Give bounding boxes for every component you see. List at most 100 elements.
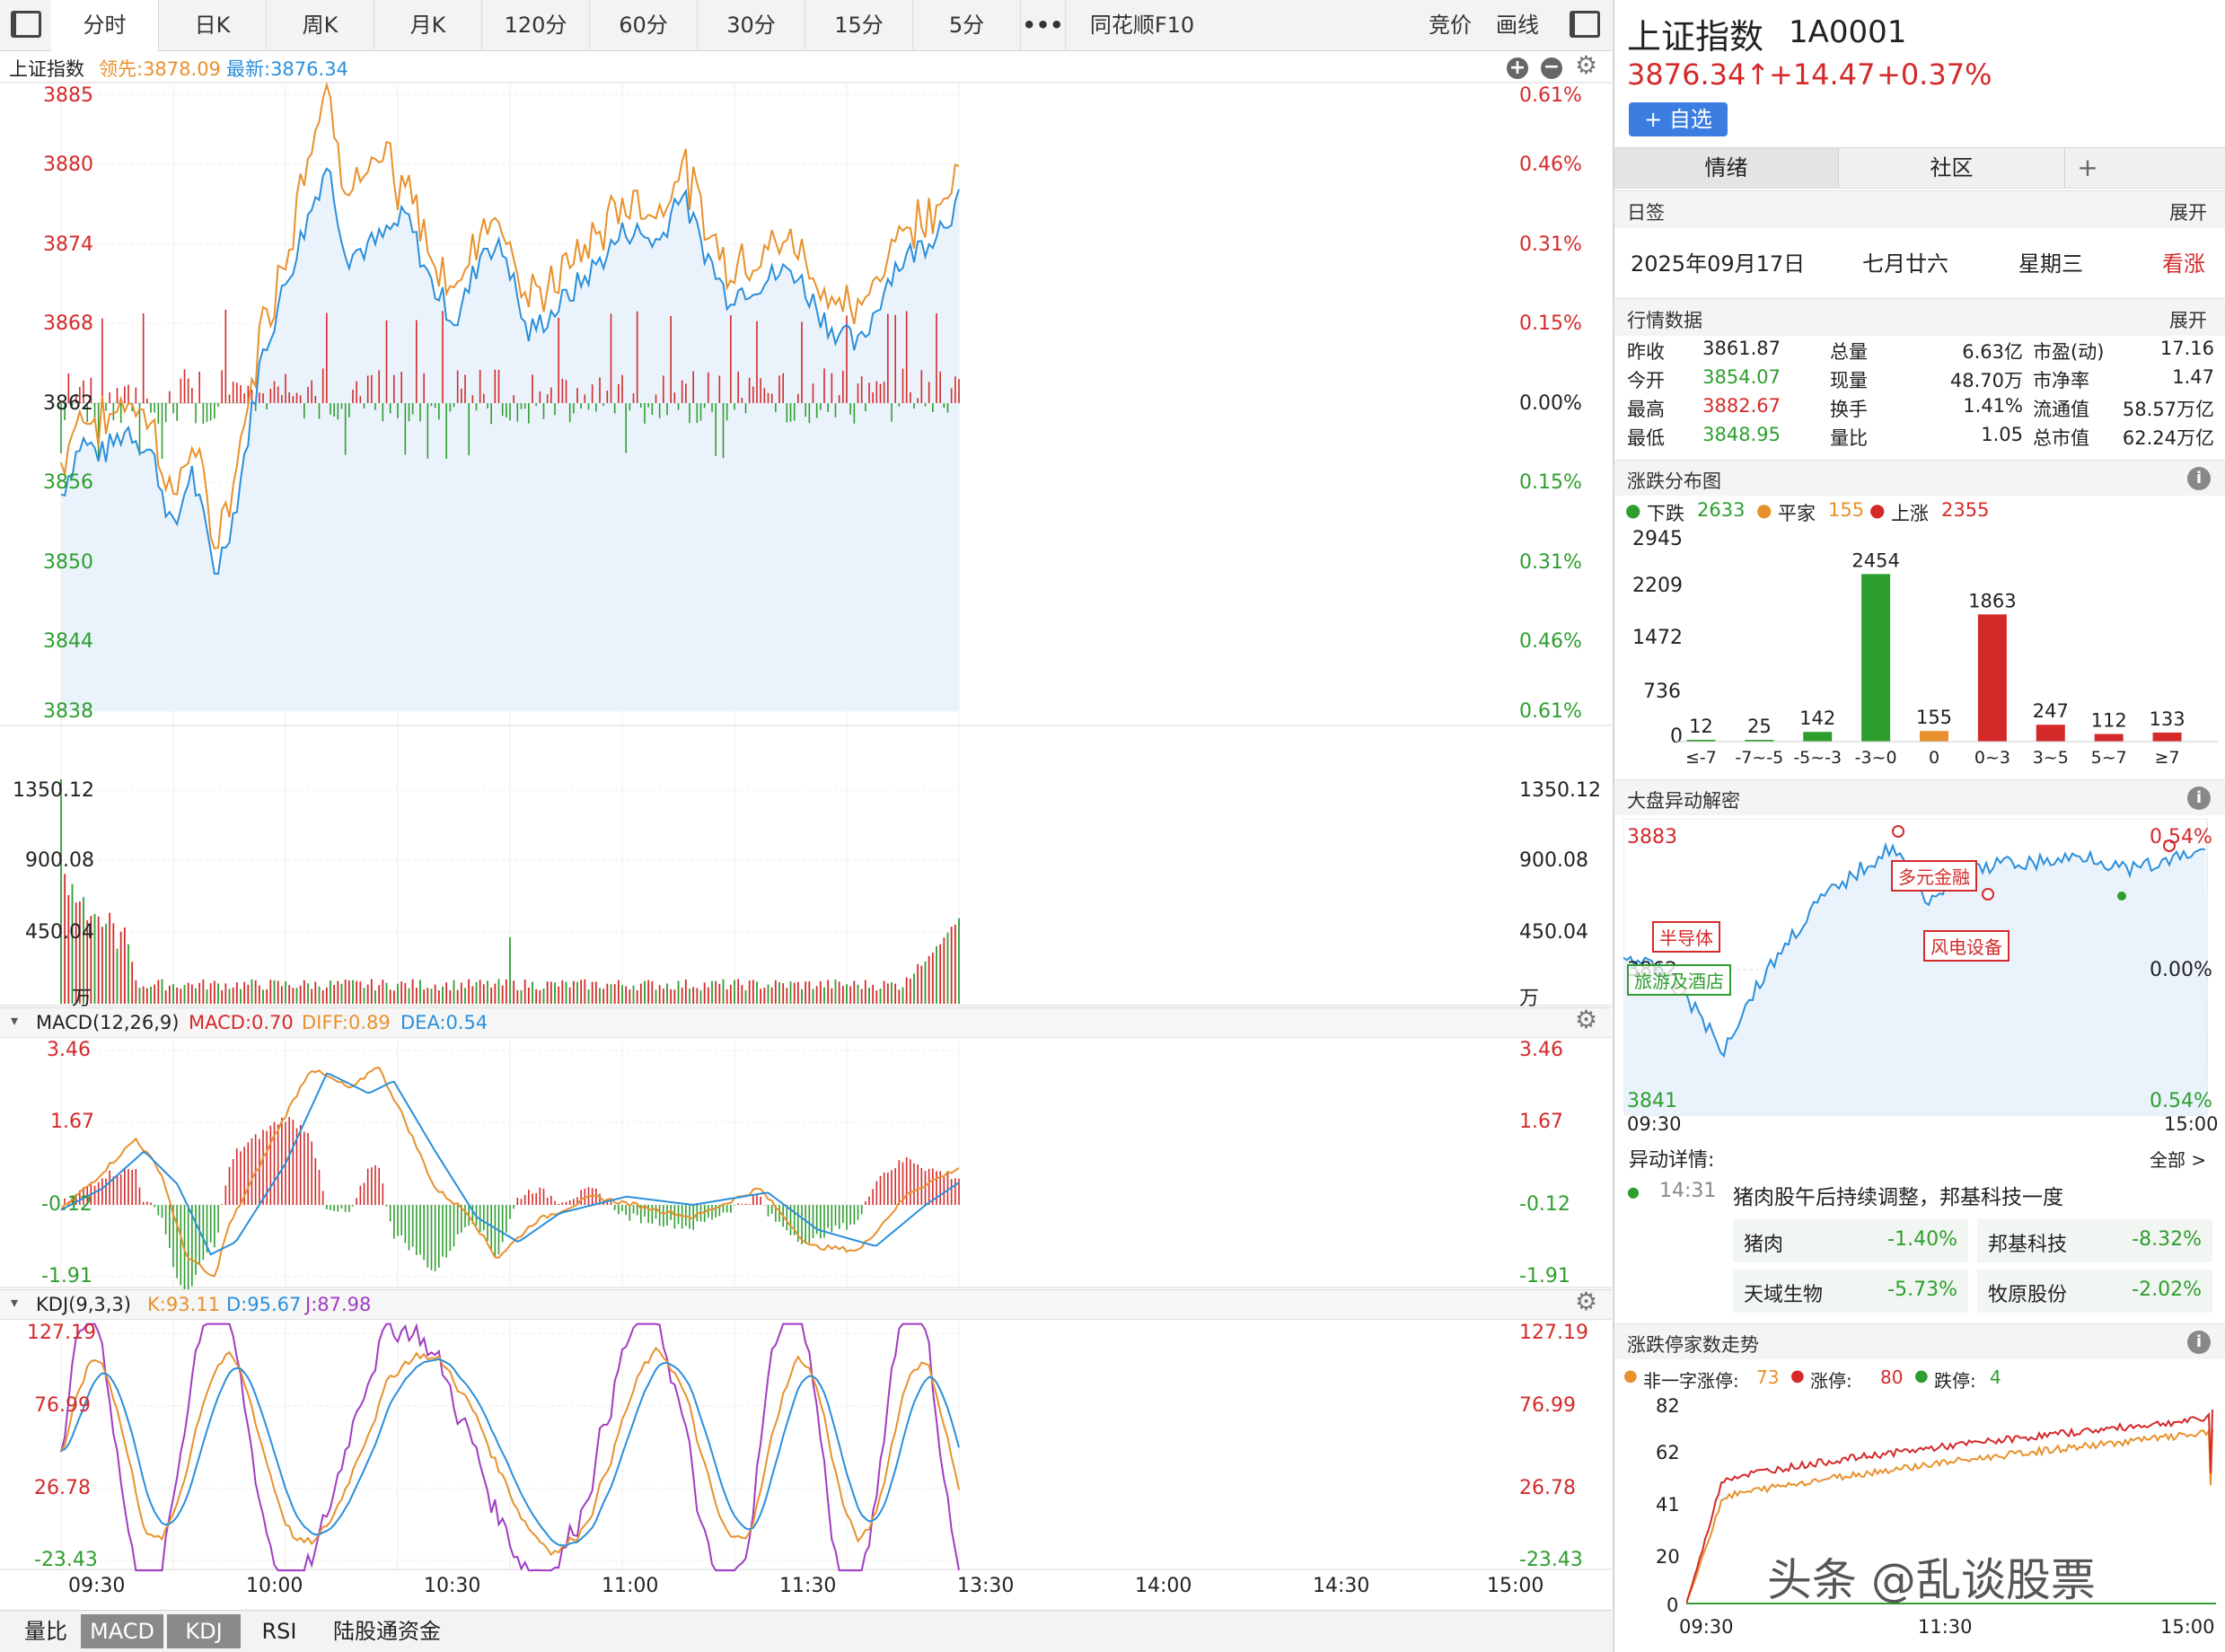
market-field-label: 流通值 [2033, 399, 2089, 420]
legend-dot-icon: ● [1869, 499, 1886, 521]
tab-northbound-flow[interactable]: 陆股通资金 [320, 1614, 454, 1648]
tab-macd[interactable]: MACD [81, 1614, 163, 1648]
related-stock-card[interactable]: 牧原股份 -2.02% [1977, 1270, 2212, 1313]
macd-value: MACD:0.70 [189, 1012, 294, 1033]
anomaly-detail-all-link[interactable]: 全部 > [2150, 1146, 2206, 1172]
kdj-axis-label: -23.43 [34, 1549, 98, 1571]
market-field-label: 量比 [1830, 427, 1868, 449]
macd-settings-gear-icon[interactable]: ⚙ [1575, 1005, 1597, 1034]
market-field-label: 换手 [1830, 399, 1868, 420]
distribution-bar [1977, 614, 2007, 742]
bar-value-label: 1863 [1968, 590, 2016, 611]
bar-value-label: 155 [1916, 707, 1952, 728]
anomaly-tag[interactable]: 多元金融 [1891, 860, 1977, 892]
anomaly-tag[interactable]: 旅游及酒店 [1627, 964, 1731, 996]
kdj-axis-label: 26.78 [1519, 1477, 1576, 1499]
tab-volume-ratio[interactable]: 量比 [14, 1614, 77, 1648]
pct-axis-label: 0.31% [1519, 551, 1582, 574]
daily-lunar: 七月廿六 [1862, 251, 1948, 277]
related-stock-change: -1.40% [1887, 1228, 1957, 1251]
legend-down-value: 2633 [1697, 499, 1746, 521]
market-field-value: 1.47 [2172, 366, 2214, 388]
event-marker [1892, 825, 1904, 838]
legend-dot-icon: ● [1625, 499, 1641, 521]
expand-link[interactable]: 展开 [2169, 306, 2207, 333]
market-field-value: 62.24万亿 [2122, 427, 2214, 449]
market-field-value: 58.57万亿 [2122, 399, 2214, 420]
y-axis-label: 41 [1656, 1494, 1680, 1516]
info-icon[interactable]: i [2187, 467, 2211, 490]
price-axis-label: 3885 [43, 84, 93, 107]
y-axis-label: 20 [1656, 1546, 1680, 1568]
macd-axis-label: -1.91 [1519, 1265, 1570, 1287]
macd-axis-label: 3.46 [1519, 1039, 1563, 1061]
expand-link[interactable]: 展开 [2169, 198, 2207, 225]
legend-dot-icon: ● [1623, 1366, 1638, 1385]
kdj-axis-label: 76.99 [34, 1394, 91, 1417]
market-field-value: 3854.07 [1702, 366, 1781, 388]
dea-value: DEA:0.54 [400, 1012, 488, 1033]
anomaly-top-right: 0.54% [2150, 826, 2212, 848]
bar-category-label: 5~7 [2091, 748, 2127, 768]
info-icon[interactable]: i [2187, 1331, 2211, 1354]
market-field-value: 1.05 [1981, 424, 2023, 445]
bar-category-label: -7~-5 [1735, 748, 1783, 768]
related-stock-card[interactable]: 邦基科技 -8.32% [1977, 1219, 2212, 1262]
bar-value-label: 25 [1747, 716, 1772, 737]
daily-section-header: 日签 展开 [1614, 190, 2225, 228]
macd-title[interactable]: MACD(12,26,9) [36, 1012, 180, 1033]
legend-label: 非一字涨停: [1643, 1370, 1739, 1392]
kdj-axis-label: 127.19 [1519, 1322, 1588, 1344]
anomaly-tag[interactable]: 风电设备 [1923, 930, 2010, 962]
tab-rsi[interactable]: RSI [248, 1614, 311, 1648]
market-field-value: 3848.95 [1702, 424, 1781, 445]
anomaly-mid-right: 0.00% [2150, 959, 2212, 981]
distribution-bar [2094, 734, 2124, 742]
pct-axis-label: 0.61% [1519, 700, 1582, 723]
anomaly-detail-text: 猪肉股午后持续调整，邦基科技一度 [1733, 1186, 2063, 1209]
bar-value-label: 142 [1799, 707, 1835, 729]
section-title: 大盘异动解密 [1627, 790, 1740, 812]
add-watchlist-button[interactable]: + 自选 [1629, 102, 1728, 136]
pct-axis-label: 0.15% [1519, 312, 1582, 335]
market-field-value: 1.41% [1963, 395, 2023, 417]
macd-header: ▾ MACD(12,26,9) MACD:0.70 DIFF:0.89 DEA:… [0, 1005, 1612, 1038]
distribution-chart: 12 ≤-7 25 -7~-5 142 -5~-3 2454 -3~0 155 0 1863 0~3 2… [1675, 549, 2218, 768]
related-stock-name: 邦基科技 [1988, 1234, 2068, 1256]
market-field-label: 总量 [1830, 341, 1868, 363]
bar-category-label: -5~-3 [1793, 748, 1842, 768]
time-label: 09:30 [68, 1575, 126, 1597]
tab-kdj[interactable]: KDJ [167, 1614, 241, 1648]
time-label: 14:30 [1313, 1575, 1370, 1597]
kdj-axis-label: 127.19 [27, 1322, 96, 1344]
anomaly-bottom-right: 0.54% [2150, 1090, 2212, 1112]
kdj-header: ▾ KDJ(9,3,3) K:93.11 D:95.67 J:87.98 ⚙ [0, 1287, 1612, 1320]
info-icon[interactable]: i [2187, 786, 2211, 810]
anomaly-bottom-left: 3841 [1627, 1090, 1677, 1112]
event-marker [2117, 892, 2126, 901]
kdj-axis-label: 76.99 [1519, 1394, 1576, 1417]
volume-axis-label: 900.08 [25, 849, 94, 872]
market-field-label: 市净率 [2033, 370, 2089, 391]
legend-flat-value: 155 [1828, 499, 1865, 521]
tab-community[interactable]: 社区 [1839, 148, 2065, 188]
pct-axis-label: 0.46% [1519, 630, 1582, 653]
distribution-bar [1920, 731, 1948, 742]
tab-sentiment[interactable]: 情绪 [1614, 148, 1839, 188]
price-axis-label: 3880 [43, 154, 93, 176]
related-stock-card[interactable]: 天域生物 -5.73% [1733, 1270, 1968, 1313]
limit-time-label: 11:30 [1918, 1616, 1973, 1638]
collapse-chevron-icon[interactable]: ▾ [11, 1012, 18, 1029]
anomaly-tag[interactable]: 半导体 [1652, 921, 1720, 953]
related-stock-card[interactable]: 猪肉 -1.40% [1733, 1219, 1968, 1262]
market-field-value: 17.16 [2159, 338, 2214, 359]
market-data-header: 行情数据 展开 [1614, 298, 2225, 336]
kdj-settings-gear-icon[interactable]: ⚙ [1575, 1287, 1597, 1316]
market-field-label: 今开 [1627, 370, 1665, 391]
time-label: 14:00 [1135, 1575, 1192, 1597]
macd-axis-label: -1.91 [41, 1265, 92, 1287]
distribution-bar [2152, 732, 2182, 742]
kdj-title[interactable]: KDJ(9,3,3) [36, 1294, 131, 1315]
collapse-chevron-icon[interactable]: ▾ [11, 1294, 18, 1311]
add-tab-button[interactable]: + [2065, 148, 2110, 188]
